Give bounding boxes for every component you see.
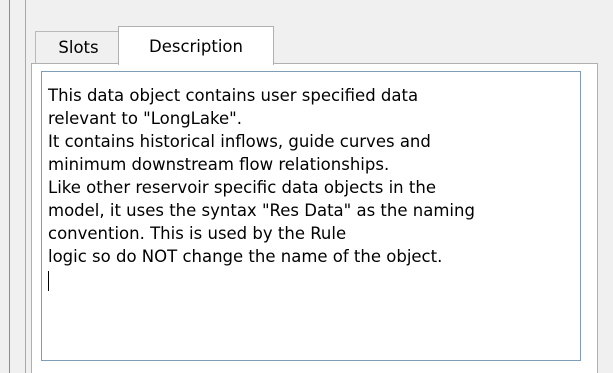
description-line: logic so do NOT change the name of the o…	[48, 247, 443, 266]
window-edge-line	[9, 0, 10, 373]
tab-slots[interactable]: Slots	[35, 31, 122, 63]
description-line: minimum downstream flow relationships.	[48, 155, 390, 174]
description-line: Like other reservoir specific data objec…	[48, 178, 436, 197]
tab-slots-label: Slots	[58, 38, 99, 57]
text-caret	[48, 271, 49, 291]
description-line: convention. This is used by the Rule	[48, 224, 347, 243]
tab-description[interactable]: Description	[118, 26, 274, 65]
description-line: model, it uses the syntax "Res Data" as …	[48, 201, 475, 220]
tab-description-label: Description	[149, 36, 243, 56]
description-textarea[interactable]: This data object contains user specified…	[41, 71, 581, 361]
description-line: It contains historical inflows, guide cu…	[48, 132, 431, 151]
description-line: This data object contains user specified…	[48, 86, 419, 105]
description-line: relevant to "LongLake".	[48, 109, 242, 128]
